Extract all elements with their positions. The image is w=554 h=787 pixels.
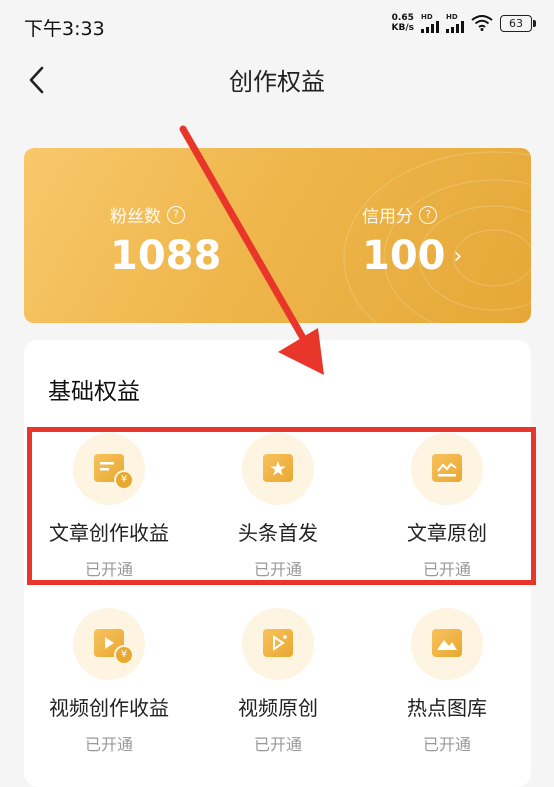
signal-2-icon: HD: [446, 13, 464, 33]
chevron-right-icon: ›: [453, 243, 463, 269]
video-income-icon: ¥: [73, 608, 145, 680]
benefit-status: 已开通: [422, 735, 471, 754]
help-icon[interactable]: ?: [419, 205, 437, 224]
status-bar: 下午3:33 0.65 KB/s HD HD 63: [0, 0, 554, 52]
credit-stat[interactable]: 信用分 ? 100 ›: [362, 202, 462, 279]
fans-stat[interactable]: 粉丝数 ? 1088: [110, 202, 221, 279]
stats-card: 粉丝数 ? 1088 信用分 ? 100 ›: [24, 148, 531, 323]
benefit-name: 视频创作收益: [49, 696, 169, 720]
credit-label: 信用分: [362, 207, 413, 227]
signal-1-icon: HD: [421, 13, 439, 33]
fans-label: 粉丝数: [110, 207, 161, 227]
fans-value: 1088: [110, 233, 222, 279]
benefit-hot-gallery[interactable]: 热点图库 已开通: [362, 608, 532, 755]
benefit-video-original[interactable]: 视频原创 已开通: [193, 608, 363, 755]
benefit-status: 已开通: [253, 735, 302, 754]
benefit-name: 热点图库: [407, 696, 487, 720]
help-icon[interactable]: ?: [167, 205, 185, 224]
image-icon: [411, 608, 483, 680]
benefit-video-income[interactable]: ¥ 视频创作收益 已开通: [24, 608, 194, 755]
credit-value: 100: [362, 233, 446, 279]
network-speed: 0.65 KB/s: [391, 13, 414, 33]
wifi-icon: [471, 15, 493, 31]
page-title: 创作权益: [229, 68, 325, 96]
video-play-icon: [242, 608, 314, 680]
battery-icon: 63: [500, 14, 536, 32]
highlight-box: [27, 427, 536, 585]
section-title: 基础权益: [48, 379, 140, 405]
benefit-status: 已开通: [84, 735, 133, 754]
benefit-name: 视频原创: [238, 696, 318, 720]
status-time: 下午3:33: [24, 18, 105, 40]
